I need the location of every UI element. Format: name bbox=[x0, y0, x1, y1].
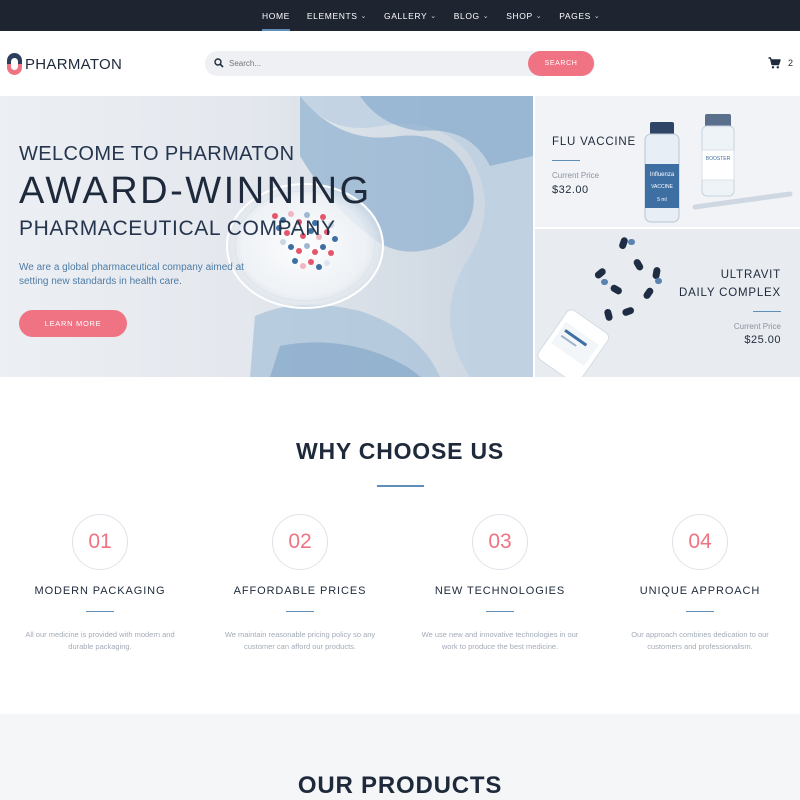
feature-card: 03 NEW TECHNOLOGIES We use new and innov… bbox=[400, 514, 600, 653]
promo-ultravit[interactable]: ULTRAVIT DAILY COMPLEX Current Price $25… bbox=[535, 229, 800, 377]
hero-banner: WELCOME TO PHARMATON AWARD-WINNING PHARM… bbox=[0, 96, 533, 377]
promo-divider bbox=[552, 160, 580, 161]
feature-card: 02 AFFORDABLE PRICES We maintain reasona… bbox=[200, 514, 400, 653]
capsule-logo-icon bbox=[7, 53, 22, 75]
promo-price: $32.00 bbox=[552, 184, 589, 196]
chevron-down-icon: ⌄ bbox=[535, 12, 543, 20]
section-divider bbox=[377, 485, 424, 487]
search-icon bbox=[214, 58, 224, 68]
nav-item-label: HOME bbox=[262, 10, 290, 21]
feature-number: 02 bbox=[272, 514, 328, 570]
price-label: Current Price bbox=[733, 322, 781, 331]
feature-divider bbox=[686, 611, 714, 612]
feature-divider bbox=[286, 611, 314, 612]
feature-number: 03 bbox=[472, 514, 528, 570]
feature-card: 01 MODERN PACKAGING All our medicine is … bbox=[0, 514, 200, 653]
nav-item-elements[interactable]: ELEMENTS ⌄ bbox=[307, 0, 367, 31]
nav-item-label: SHOP bbox=[506, 10, 533, 21]
hero-headline: AWARD-WINNING bbox=[19, 170, 372, 212]
price-label: Current Price bbox=[552, 171, 600, 180]
learn-more-button[interactable]: LEARN MORE bbox=[19, 310, 127, 337]
products-section: OUR PRODUCTS bbox=[0, 714, 800, 800]
cart-icon bbox=[768, 57, 781, 69]
nav-item-shop[interactable]: SHOP ⌄ bbox=[506, 0, 542, 31]
feature-text: Our approach combines dedication to our … bbox=[631, 630, 769, 651]
hero-description: We are a global pharmaceutical company a… bbox=[19, 262, 244, 287]
feature-divider bbox=[86, 611, 114, 612]
logo-text: PHARMATON bbox=[25, 55, 123, 73]
nav-item-blog[interactable]: BLOG ⌄ bbox=[454, 0, 490, 31]
nav-item-label: GALLERY bbox=[384, 10, 428, 21]
chevron-down-icon: ⌄ bbox=[360, 12, 367, 20]
svg-text:5 ml: 5 ml bbox=[657, 197, 666, 203]
nav-item-pages[interactable]: PAGES ⌄ bbox=[559, 0, 600, 31]
promo-price: $25.00 bbox=[744, 334, 781, 346]
search-bar: SEARCH bbox=[205, 51, 595, 76]
chevron-down-icon: ⌄ bbox=[482, 12, 490, 20]
nav-item-label: PAGES bbox=[559, 10, 591, 21]
section-title: OUR PRODUCTS bbox=[297, 772, 503, 799]
feature-title: MODERN PACKAGING bbox=[34, 585, 166, 597]
feature-number: 04 bbox=[672, 514, 728, 570]
hero-kicker: WELCOME TO PHARMATON bbox=[19, 143, 295, 165]
promo-title: ULTRAVIT bbox=[720, 269, 781, 281]
feature-card: 04 UNIQUE APPROACH Our approach combines… bbox=[600, 514, 800, 653]
site-header: PHARMATON SEARCH 2 bbox=[0, 31, 800, 96]
chevron-down-icon: ⌄ bbox=[430, 12, 437, 20]
section-title: WHY CHOOSE US bbox=[295, 438, 505, 464]
vaccine-vials-image: BOOSTER Influenza VACCINE 5 ml bbox=[644, 114, 793, 223]
feature-title: NEW TECHNOLOGIES bbox=[434, 585, 566, 597]
promo-divider bbox=[753, 311, 781, 312]
svg-text:BOOSTER: BOOSTER bbox=[706, 156, 731, 162]
nav-item-gallery[interactable]: GALLERY ⌄ bbox=[384, 0, 437, 31]
cart[interactable]: 2 bbox=[768, 57, 793, 69]
feature-divider bbox=[486, 611, 514, 612]
nav-item-home[interactable]: HOME bbox=[262, 0, 290, 31]
logo[interactable]: PHARMATON bbox=[7, 53, 122, 75]
nav-item-label: BLOG bbox=[453, 10, 480, 21]
search-button[interactable]: SEARCH bbox=[528, 51, 594, 76]
feature-text: We maintain reasonable pricing policy so… bbox=[224, 630, 376, 651]
feature-title: UNIQUE APPROACH bbox=[639, 585, 761, 597]
svg-text:VACCINE: VACCINE bbox=[651, 184, 674, 190]
promo-flu-vaccine[interactable]: BOOSTER Influenza VACCINE 5 ml FLU VACCI… bbox=[535, 96, 800, 227]
cart-count: 2 bbox=[788, 58, 794, 68]
chevron-down-icon: ⌄ bbox=[593, 12, 601, 20]
promo-title: FLU VACCINE bbox=[552, 136, 636, 148]
feature-text: All our medicine is provided with modern… bbox=[25, 630, 175, 651]
feature-title: AFFORDABLE PRICES bbox=[233, 585, 367, 597]
hero-subheadline: PHARMACEUTICAL COMPANY bbox=[19, 217, 336, 240]
feature-number: 01 bbox=[72, 514, 128, 570]
nav-item-label: ELEMENTS bbox=[306, 10, 358, 21]
svg-text:Influenza: Influenza bbox=[650, 172, 675, 178]
feature-text: We use new and innovative technologies i… bbox=[421, 630, 579, 651]
search-input[interactable] bbox=[229, 51, 519, 76]
pills-bottle-image bbox=[537, 237, 662, 377]
promo-title-line2: DAILY COMPLEX bbox=[678, 287, 781, 299]
top-navigation: HOME ELEMENTS ⌄ GALLERY ⌄ BLOG ⌄ SHOP ⌄ PAGE… bbox=[0, 0, 800, 31]
